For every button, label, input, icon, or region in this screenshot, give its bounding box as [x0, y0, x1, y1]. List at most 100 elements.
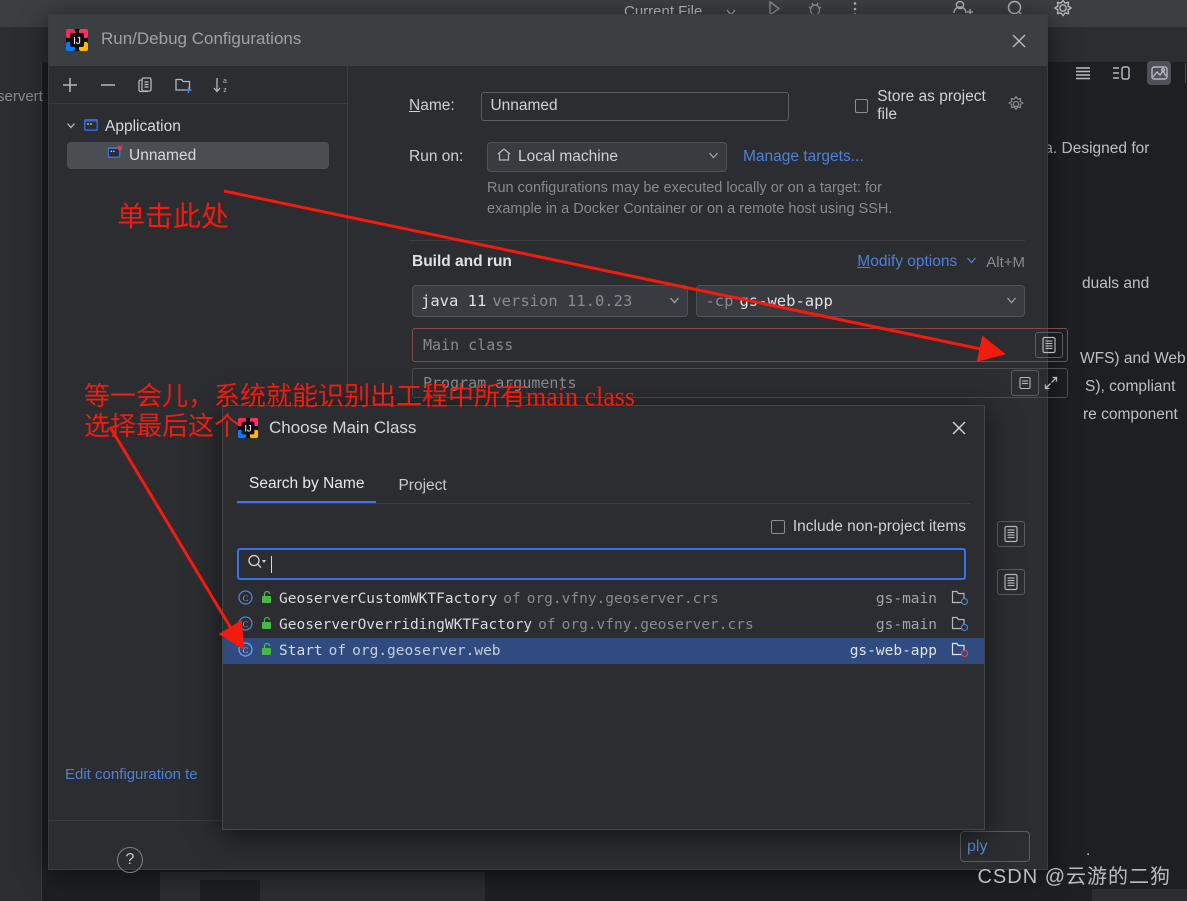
field-browse-button[interactable]	[997, 521, 1025, 547]
browse-main-class-button[interactable]	[1035, 332, 1063, 358]
class-results-list: C GeoserverCustomWKTFactory of org.vfny.…	[223, 586, 984, 664]
include-non-project-row: Include non-project items	[223, 518, 966, 536]
jdk-name: java 11	[421, 292, 487, 310]
classpath-module: gs-web-app	[739, 292, 833, 310]
module-icon	[951, 589, 969, 610]
configurations-toolbar: a z	[49, 66, 347, 104]
name-input[interactable]: Unnamed	[481, 91, 790, 121]
svg-text:C: C	[243, 645, 249, 655]
class-package: org.vfny.geoserver.crs	[561, 617, 754, 633]
annotation-note-2-line2: 选择最后这个	[84, 412, 241, 441]
program-arguments-macro-button[interactable]	[1011, 370, 1039, 396]
doc-text-line: duals and	[1082, 275, 1150, 292]
dialog-title: Run/Debug Configurations	[101, 29, 302, 48]
intellij-logo-icon: IJ	[237, 417, 259, 439]
list-item[interactable]: C GeoserverOverridingWKTFactory of org.v…	[223, 612, 984, 638]
run-on-value: Local machine	[518, 148, 618, 165]
choose-main-class-title: Choose Main Class	[269, 418, 417, 437]
store-as-project-file-label: Store as project file	[877, 88, 986, 123]
annotation-note-1: 单击此处	[117, 202, 230, 233]
class-search-input[interactable]	[237, 548, 966, 580]
classpath-module-combo[interactable]: -cp gs-web-app	[696, 285, 1025, 317]
settings-icon[interactable]	[1052, 0, 1074, 25]
editor-bottom-strip-inner	[200, 880, 260, 901]
hamburger-icon[interactable]	[1071, 61, 1095, 85]
field-browse-button[interactable]	[997, 569, 1025, 595]
tree-group-label: Application	[105, 118, 181, 135]
tree-item-unnamed[interactable]: Unnamed	[67, 142, 329, 169]
run-on-label: Run on:	[409, 148, 464, 165]
name-input-value: Unnamed	[490, 97, 558, 114]
class-package: org.vfny.geoserver.crs	[526, 591, 719, 607]
run-on-hint-line1: Run configurations may be executed local…	[487, 180, 882, 196]
gear-icon[interactable]	[1007, 95, 1025, 118]
home-icon	[496, 147, 512, 167]
name-label: Name:	[409, 97, 455, 114]
svg-text:z: z	[223, 87, 227, 94]
store-as-project-file-checkbox[interactable]	[855, 99, 869, 113]
dialog-titlebar: IJ Run/Debug Configurations	[49, 15, 1047, 66]
svg-text:IJ: IJ	[244, 424, 251, 434]
visibility-public-icon	[260, 616, 273, 634]
new-folder-icon[interactable]	[173, 74, 195, 96]
remove-configuration-icon[interactable]	[97, 74, 119, 96]
jdk-combo[interactable]: java 11 version 11.0.23	[412, 285, 689, 317]
layout-panel-icon[interactable]	[1109, 61, 1133, 85]
editor-bottom-panel	[1092, 889, 1187, 901]
sort-az-icon[interactable]: a z	[211, 74, 233, 96]
class-of-keyword: of	[328, 643, 347, 659]
svg-text:C: C	[243, 593, 249, 603]
screenshot-root: ta. Designed for duals and WFS) and Web …	[0, 0, 1187, 901]
class-package: org.geoserver.web	[352, 643, 501, 659]
tree-group-application[interactable]: Application	[49, 114, 347, 140]
list-item[interactable]: C Start of org.geoserver.web gs-web-app	[223, 638, 984, 664]
modify-options-link[interactable]: Modify options	[857, 253, 957, 271]
doc-text-line: S), compliant	[1085, 378, 1176, 395]
application-type-icon	[83, 118, 99, 137]
edit-configuration-templates-link[interactable]: Edit configuration te	[65, 766, 198, 783]
chevron-down-icon[interactable]	[707, 148, 720, 166]
tab-search-by-name[interactable]: Search by Name	[237, 475, 377, 503]
expand-arrows-icon[interactable]	[1039, 370, 1063, 396]
class-name: GeoserverCustomWKTFactory	[279, 591, 498, 607]
doc-text-line: re component	[1083, 406, 1178, 423]
include-non-project-checkbox[interactable]	[770, 520, 785, 534]
module-icon	[951, 615, 969, 636]
add-configuration-icon[interactable]	[59, 74, 81, 96]
choose-main-class-dialog: IJ Choose Main Class Search by Name Proj…	[222, 405, 985, 830]
manage-targets-link[interactable]: Manage targets...	[743, 148, 864, 166]
chevron-down-icon[interactable]	[65, 118, 77, 136]
modify-options-shortcut: Alt+M	[986, 253, 1025, 271]
copy-configuration-icon[interactable]	[135, 74, 157, 96]
class-icon: C	[237, 641, 254, 662]
image-preview-icon[interactable]	[1147, 61, 1171, 85]
module-icon	[951, 641, 969, 662]
apply-button[interactable]: ply	[960, 831, 1030, 862]
main-class-input[interactable]: Main class	[412, 328, 1068, 362]
text-caret	[271, 555, 272, 573]
form-divider	[409, 240, 1025, 241]
choose-main-class-tabs: Search by Name Project	[237, 470, 970, 504]
help-button[interactable]: ?	[117, 847, 143, 873]
jdk-version: version 11.0.23	[492, 292, 633, 310]
chevron-down-icon[interactable]	[1005, 292, 1018, 310]
chevron-down-icon[interactable]	[668, 292, 681, 310]
class-module: gs-web-app	[849, 643, 937, 659]
visibility-public-icon	[260, 590, 273, 608]
tab-project[interactable]: Project	[386, 477, 458, 503]
class-module: gs-main	[875, 617, 937, 633]
run-on-combo[interactable]: Local machine	[487, 142, 727, 172]
ide-left-toolwindow-strip[interactable]	[0, 62, 42, 901]
svg-text:a: a	[223, 78, 227, 85]
ide-left-pane-label: servert	[0, 88, 43, 105]
list-item[interactable]: C GeoserverCustomWKTFactory of org.vfny.…	[223, 586, 984, 612]
ide-right-view-controls	[1061, 56, 1187, 90]
watermark: CSDN @云游的二狗	[977, 866, 1171, 888]
intellij-logo-icon: IJ	[65, 28, 89, 52]
visibility-public-icon	[260, 642, 273, 660]
include-non-project-label: Include non-project items	[792, 518, 966, 535]
close-icon[interactable]	[948, 417, 970, 439]
chevron-down-icon[interactable]	[965, 253, 978, 271]
close-icon[interactable]	[1007, 29, 1031, 53]
search-dropdown-icon[interactable]	[247, 553, 267, 576]
